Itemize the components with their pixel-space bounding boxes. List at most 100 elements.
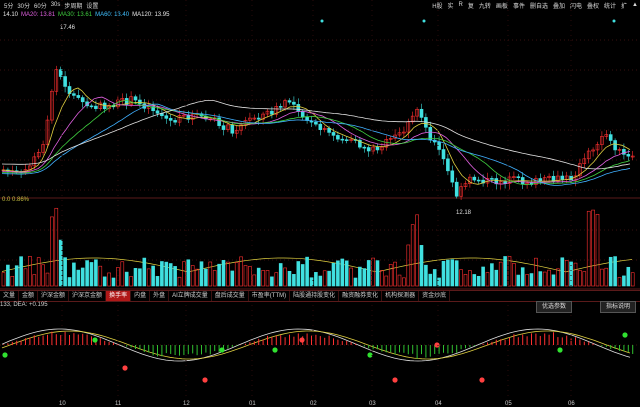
volume-bar bbox=[234, 262, 239, 287]
volume-bar bbox=[89, 262, 94, 287]
low-price-label: 12.18 bbox=[456, 210, 472, 216]
volume-bar bbox=[344, 260, 349, 287]
signal-marker bbox=[622, 332, 628, 338]
volume-bar bbox=[604, 267, 609, 287]
volume-bar bbox=[371, 257, 375, 287]
volume-bar bbox=[459, 269, 463, 287]
volume-bar bbox=[498, 261, 503, 287]
chart-canvas[interactable]: 17.46 12.18 0.0 0.86% 10 11 12 01 02 03 04 05 06 bbox=[0, 0, 640, 407]
tab-amount[interactable]: 金额 bbox=[19, 291, 39, 301]
date-tick-label: 03 bbox=[369, 401, 376, 407]
volume-bar bbox=[230, 270, 235, 287]
tab-bottom-fund[interactable]: 资金炒底 bbox=[419, 291, 451, 301]
volume-bar bbox=[168, 263, 173, 287]
macd-bars bbox=[3, 331, 634, 359]
tab-turnover[interactable]: 换手率 bbox=[106, 291, 132, 301]
tab-northbound[interactable]: 陆股通持股变化 bbox=[290, 291, 340, 301]
macd-legend: 133, DEA: +0.195 bbox=[0, 302, 48, 308]
tab-inner[interactable]: 内盘 bbox=[131, 291, 151, 301]
candle-body bbox=[626, 154, 631, 157]
volume-bar bbox=[446, 259, 450, 287]
tab-ai-volume[interactable]: AI立牌成交量 bbox=[169, 291, 212, 301]
volume-bar bbox=[164, 261, 169, 287]
ma-line bbox=[1, 99, 631, 186]
date-tick-label: 06 bbox=[568, 401, 575, 407]
volume-bar bbox=[415, 214, 419, 287]
volume-bar bbox=[375, 260, 380, 287]
volume-bar bbox=[397, 274, 402, 287]
volume-bar bbox=[28, 256, 32, 287]
volume-bar bbox=[177, 276, 182, 287]
candle-body bbox=[168, 118, 173, 121]
moving-averages bbox=[1, 87, 633, 362]
volume-bar bbox=[586, 210, 591, 287]
candle-body bbox=[327, 127, 331, 133]
volume-bar bbox=[199, 261, 204, 287]
volume-bar bbox=[36, 257, 41, 287]
volume-bar bbox=[1, 272, 6, 287]
volume-bar bbox=[595, 213, 600, 287]
volume-bar bbox=[120, 261, 125, 287]
volume-bar bbox=[63, 257, 67, 287]
volume-bar bbox=[146, 268, 151, 287]
candle-body bbox=[476, 179, 481, 182]
volume-bar bbox=[243, 265, 248, 287]
tab-outer[interactable]: 外盘 bbox=[150, 291, 170, 301]
candle-body bbox=[221, 125, 226, 130]
signal-marker bbox=[2, 352, 8, 358]
volume-bar bbox=[151, 265, 155, 287]
volume-bar bbox=[300, 264, 305, 287]
date-tick-label: 12 bbox=[183, 401, 190, 407]
volume-bar bbox=[67, 277, 72, 287]
candle-body bbox=[89, 105, 94, 108]
indicator-usage-button[interactable]: 指标说明 bbox=[600, 301, 637, 313]
volume-bar bbox=[10, 276, 15, 287]
volume-bar bbox=[160, 261, 164, 287]
date-tick-label: 01 bbox=[249, 401, 256, 407]
volume-bar bbox=[340, 258, 345, 287]
tab-after-hours[interactable]: 盘后成交量 bbox=[212, 291, 249, 301]
volume-bar bbox=[256, 267, 261, 287]
volume-bar bbox=[23, 268, 28, 287]
tab-institution[interactable]: 机构探测器 bbox=[382, 291, 420, 301]
candle-body bbox=[133, 96, 138, 101]
tab-sh-sz-bj-amount[interactable]: 沪深京金额 bbox=[69, 291, 107, 301]
date-tick-label: 02 bbox=[310, 401, 317, 407]
volume-bar bbox=[274, 272, 279, 287]
volume-bar bbox=[248, 266, 252, 287]
date-tick-label: 10 bbox=[59, 401, 66, 407]
volume-bar bbox=[419, 245, 424, 287]
volume-bar bbox=[428, 273, 433, 287]
volume-bar bbox=[270, 276, 274, 287]
volume-bar bbox=[173, 266, 177, 287]
tab-sh-sz-amount[interactable]: 沪深金额 bbox=[38, 291, 70, 301]
volume-bar bbox=[283, 267, 287, 287]
select-params-button[interactable]: 优选参数 bbox=[536, 301, 573, 313]
volume-bar bbox=[591, 209, 595, 287]
volume-bar bbox=[190, 265, 195, 287]
tab-pe-ttm[interactable]: 市盈率(TTM) bbox=[249, 291, 291, 301]
signal-marker bbox=[202, 377, 208, 383]
tab-volume[interactable]: 文量 bbox=[0, 291, 20, 301]
candle-body bbox=[270, 110, 274, 115]
signal-marker bbox=[557, 347, 563, 353]
signal-marker bbox=[122, 365, 128, 371]
volume-bar bbox=[384, 275, 389, 287]
date-tick-label: 11 bbox=[115, 401, 122, 407]
candle-body bbox=[296, 104, 301, 112]
volume-bar bbox=[600, 268, 604, 287]
tab-margin[interactable]: 融资融券变化 bbox=[339, 291, 383, 301]
volume-bar bbox=[432, 269, 437, 287]
markers bbox=[2, 19, 628, 383]
volume-bar bbox=[212, 270, 217, 287]
candle-body bbox=[230, 124, 235, 134]
candle-body bbox=[331, 132, 336, 136]
volume-bar bbox=[402, 277, 406, 287]
volume-bar bbox=[221, 260, 226, 287]
volume-bar bbox=[98, 265, 103, 287]
date-axis: 10 11 12 01 02 03 04 05 06 bbox=[59, 0, 575, 407]
candle-body bbox=[164, 115, 169, 119]
volume-bar bbox=[322, 270, 327, 287]
volume-bar bbox=[309, 277, 314, 287]
volume-bar bbox=[45, 272, 50, 287]
